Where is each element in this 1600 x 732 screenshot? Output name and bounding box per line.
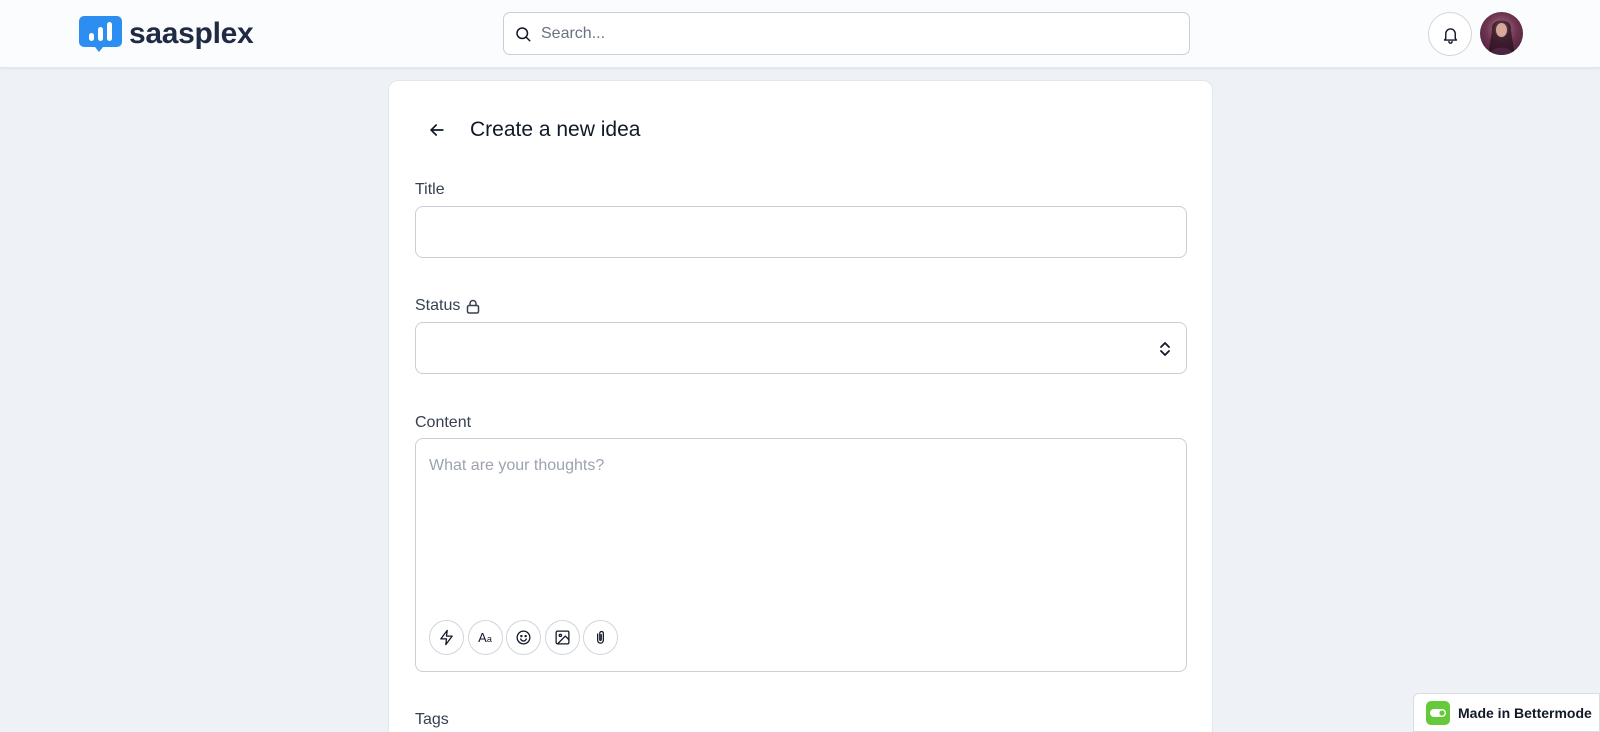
attachment-icon [597, 630, 604, 644]
made-in-bettermode-badge[interactable]: Made in Bettermode [1413, 693, 1600, 732]
text-format-button[interactable]: Aa [467, 620, 503, 655]
editor-toolbar: Aa [429, 620, 622, 655]
attachment-button[interactable] [583, 620, 618, 655]
status-label-text: Status [415, 297, 461, 314]
avatar-image [1488, 20, 1515, 55]
search-icon [516, 26, 531, 41]
search-bar[interactable] [503, 12, 1190, 55]
image-button[interactable] [544, 620, 580, 655]
arrow-left-icon [430, 124, 444, 136]
title-label: Title [415, 179, 445, 201]
brand-name: saasplex [129, 17, 254, 50]
tags-label: Tags [415, 709, 449, 731]
tags-label-text: Tags [415, 711, 449, 728]
lightning-button[interactable] [429, 620, 464, 655]
content-label-text: Content [415, 414, 472, 431]
notifications-button[interactable] [1428, 12, 1472, 56]
emoji-icon [516, 630, 531, 645]
status-select[interactable] [415, 322, 1187, 374]
search-input[interactable] [541, 24, 1161, 43]
content-placeholder: What are your thoughts? [429, 457, 605, 474]
badge-label: Made in Bettermode [1458, 704, 1592, 721]
text-format-icon: Aa [478, 630, 492, 645]
brand-logo[interactable]: saasplex [79, 16, 254, 52]
status-label: Status [415, 295, 480, 317]
emoji-button[interactable] [506, 620, 541, 655]
content-label: Content [415, 412, 471, 434]
lightning-icon [440, 629, 453, 646]
toggle-icon [1426, 700, 1450, 725]
back-button[interactable] [423, 116, 451, 144]
title-label-text: Title [415, 181, 445, 198]
user-avatar[interactable] [1480, 12, 1523, 55]
bell-icon [1443, 27, 1457, 44]
top-navigation-bar: saasplex [0, 0, 1600, 68]
chevron-up-down-icon [1160, 342, 1170, 356]
content-editor[interactable]: What are your thoughts? Aa [415, 438, 1187, 672]
page-title: Create a new idea [470, 118, 641, 141]
title-input[interactable] [415, 206, 1187, 258]
lock-icon [467, 299, 480, 314]
logo-icon [79, 16, 122, 52]
image-icon [554, 630, 570, 645]
